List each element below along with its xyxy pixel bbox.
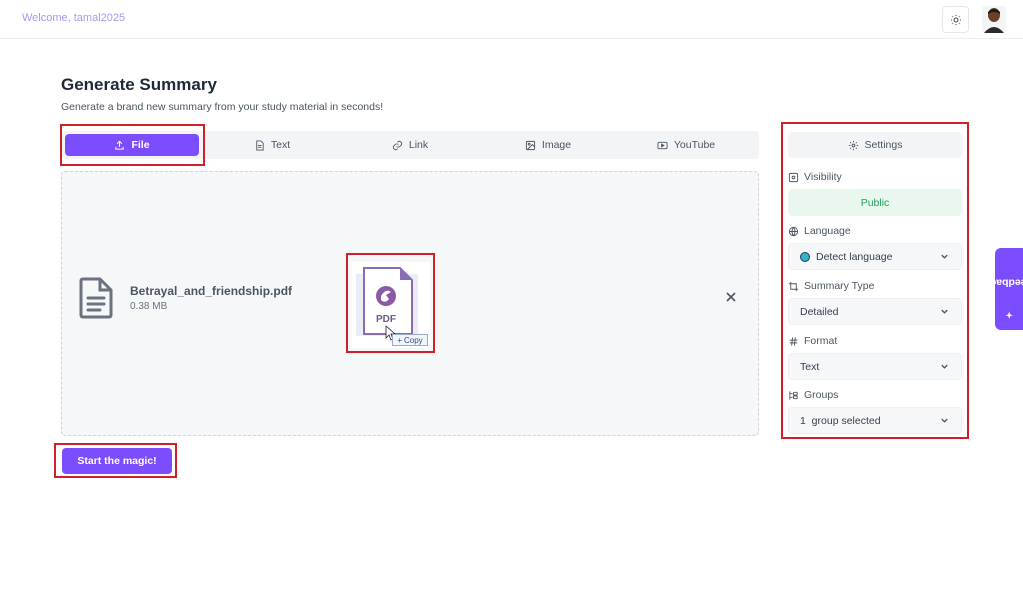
tab-image-label: Image	[541, 139, 572, 151]
close-icon	[726, 292, 736, 302]
highlight-box-start	[54, 443, 177, 478]
top-bar: Welcome, tamal2025	[0, 0, 1023, 39]
file-icon	[79, 277, 113, 319]
page-title: Generate Summary	[61, 75, 217, 94]
tab-link[interactable]: Link	[341, 131, 479, 159]
tab-link-label: Link	[408, 139, 429, 151]
sun-icon	[950, 14, 961, 25]
document-icon	[256, 139, 264, 151]
welcome-text: Welcome, tamal2025	[22, 12, 126, 24]
tab-text[interactable]: Text	[203, 131, 341, 159]
uploaded-file-size: 0.38 MB	[130, 301, 168, 312]
remove-file-button[interactable]	[726, 290, 736, 304]
uploaded-file-name: Betrayal_and_friendship.pdf	[130, 284, 293, 298]
sparkle-icon	[1005, 311, 1013, 319]
tab-youtube-label: YouTube	[673, 139, 716, 151]
avatar[interactable]	[982, 6, 1006, 33]
page-subtitle: Generate a brand new summary from your s…	[61, 101, 384, 113]
highlight-box-pdf	[346, 253, 435, 353]
feedback-tab[interactable]: Feedback	[985, 248, 1023, 330]
youtube-icon	[657, 141, 668, 149]
highlight-box-file-tab	[60, 124, 205, 166]
image-icon	[525, 140, 535, 150]
theme-toggle-button[interactable]	[942, 6, 969, 33]
tab-text-label: Text	[270, 139, 291, 151]
link-icon	[392, 140, 402, 150]
tab-image[interactable]: Image	[479, 131, 617, 159]
feedback-label: Feedback	[984, 276, 1023, 289]
highlight-box-settings	[781, 122, 969, 439]
tab-youtube[interactable]: YouTube	[617, 131, 755, 159]
